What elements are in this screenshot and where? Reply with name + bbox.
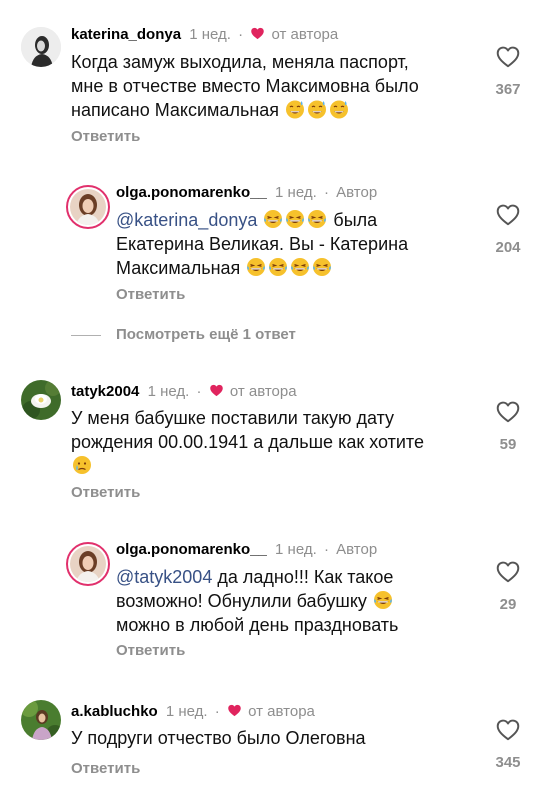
avatar-photo-icon — [21, 700, 61, 740]
like-control: 29 — [491, 559, 525, 613]
comment-line: @katerina_donya была — [116, 208, 408, 232]
mention-link[interactable]: @tatyk2004 — [116, 567, 212, 587]
comment-line: мне в отчестве вместо Максимовна было — [71, 76, 419, 96]
sweat-smile-emoji-icon — [307, 99, 327, 119]
comment-text: У подруги отчество было Олеговна — [71, 726, 366, 750]
avatar[interactable] — [21, 700, 61, 740]
comment-line: рождения 00.00.1941 а дальше как хотите — [71, 432, 424, 452]
like-count: 367 — [495, 81, 521, 98]
avatar[interactable] — [66, 185, 110, 229]
reply-button[interactable]: Ответить — [71, 760, 140, 777]
comment-line: возможно! Обнулили бабушку — [116, 589, 398, 613]
author-liked-label: от автора — [248, 703, 315, 720]
heart-outline-icon[interactable] — [495, 202, 521, 228]
comment-line-text: написано Максимальная — [71, 100, 280, 120]
like-count: 59 — [499, 436, 517, 453]
joy-emoji-icon — [373, 590, 393, 610]
sweat-smile-emoji-icon — [285, 99, 305, 119]
joy-emoji-icon — [246, 257, 266, 277]
comment-meta: olga.ponomarenko__ 1 нед. · Автор — [116, 541, 377, 558]
author-label: Автор — [336, 541, 378, 558]
author-label: Автор — [336, 184, 378, 201]
comment-meta: olga.ponomarenko__ 1 нед. · Автор — [116, 184, 377, 201]
heart-filled-icon — [209, 383, 224, 398]
joy-emoji-icon — [290, 257, 310, 277]
comment-line: можно в любой день праздновать — [116, 615, 399, 635]
username[interactable]: katerina_donya — [71, 26, 181, 43]
crying-emoji-icon — [72, 455, 92, 475]
timestamp: 1 нед. — [189, 26, 231, 43]
author-liked-label: от автора — [229, 383, 297, 400]
username[interactable]: a.kabluchko — [71, 703, 158, 720]
mention-link[interactable]: @katerina_donya — [116, 210, 257, 230]
separator: · — [214, 703, 220, 720]
avatar-photo-icon — [70, 546, 106, 582]
author-liked-label: от автора — [271, 26, 339, 43]
comment-meta: tatyk2004 1 нед. · от автора — [71, 383, 297, 400]
heart-filled-icon — [227, 703, 242, 718]
comment-line: У меня бабушке поставили такую дату — [71, 408, 395, 428]
joy-emoji-icon — [263, 209, 283, 229]
joy-emoji-icon — [312, 257, 332, 277]
like-control: 345 — [491, 717, 525, 771]
joy-emoji-icon — [285, 209, 305, 229]
avatar-photo-icon — [21, 380, 61, 420]
timestamp: 1 нед. — [147, 383, 190, 400]
comment-line: @tatyk2004 да ладно!!! Как такое — [116, 565, 398, 589]
sweat-smile-emoji-icon — [329, 99, 349, 119]
comment-text: У меня бабушке поставили такую дату рожд… — [71, 406, 424, 478]
reply-button[interactable]: Ответить — [71, 128, 140, 145]
timestamp: 1 нед. — [275, 541, 317, 558]
heart-outline-icon[interactable] — [495, 399, 521, 425]
reply-button[interactable]: Ответить — [116, 642, 185, 659]
heart-outline-icon[interactable] — [495, 44, 521, 70]
separator: · — [323, 541, 329, 558]
comment-line-text: была — [333, 210, 378, 230]
comment-line-text: возможно! Обнулили бабушку — [116, 591, 367, 611]
comment-line-text: Максимальная — [116, 258, 241, 278]
separator: · — [323, 184, 329, 201]
like-control: 204 — [491, 202, 525, 256]
comment-text: Когда замуж выходила, меняла паспорт, мн… — [71, 50, 419, 122]
divider-line — [71, 335, 101, 336]
joy-emoji-icon — [307, 209, 327, 229]
comment-line: Екатерина Великая. Вы - Катерина — [116, 234, 409, 254]
comment-line: У подруги отчество было Олеговна — [71, 728, 366, 748]
heart-outline-icon[interactable] — [495, 717, 521, 743]
reply-button[interactable]: Ответить — [116, 286, 185, 303]
avatar-photo-icon — [70, 189, 106, 225]
like-count: 345 — [495, 754, 521, 771]
heart-outline-icon[interactable] — [495, 559, 521, 585]
reply-button[interactable]: Ответить — [71, 484, 140, 501]
comment-meta: katerina_donya 1 нед. · от автора — [71, 26, 338, 43]
comment-line: Когда замуж выходила, меняла паспорт, — [71, 52, 409, 72]
username[interactable]: olga.ponomarenko__ — [116, 184, 267, 201]
username[interactable]: tatyk2004 — [71, 383, 139, 400]
avatar-photo-icon — [21, 27, 61, 67]
timestamp: 1 нед. — [165, 703, 208, 720]
separator: · — [238, 26, 244, 43]
avatar[interactable] — [66, 542, 110, 586]
comment-line-text: да ладно!!! Как такое — [217, 567, 394, 587]
comment-line: написано Максимальная — [71, 98, 419, 122]
view-more-replies-button[interactable]: Посмотреть ещё 1 ответ — [116, 326, 296, 343]
separator: · — [196, 383, 202, 400]
comment-text: @tatyk2004 да ладно!!! Как такое возможн… — [116, 565, 398, 637]
like-control: 367 — [491, 44, 525, 98]
like-count: 204 — [495, 239, 521, 256]
comment-line: Максимальная — [116, 256, 408, 280]
username[interactable]: olga.ponomarenko__ — [116, 541, 267, 558]
joy-emoji-icon — [268, 257, 288, 277]
comment-meta: a.kabluchko 1 нед. · от автора — [71, 703, 315, 720]
comment-text: @katerina_donya была Екатерина Великая. … — [116, 208, 408, 280]
like-count: 29 — [499, 596, 517, 613]
heart-filled-icon — [250, 26, 265, 41]
like-control: 59 — [491, 399, 525, 453]
comment-line — [71, 454, 424, 478]
avatar[interactable] — [21, 380, 61, 420]
timestamp: 1 нед. — [275, 184, 317, 201]
avatar[interactable] — [21, 27, 61, 67]
